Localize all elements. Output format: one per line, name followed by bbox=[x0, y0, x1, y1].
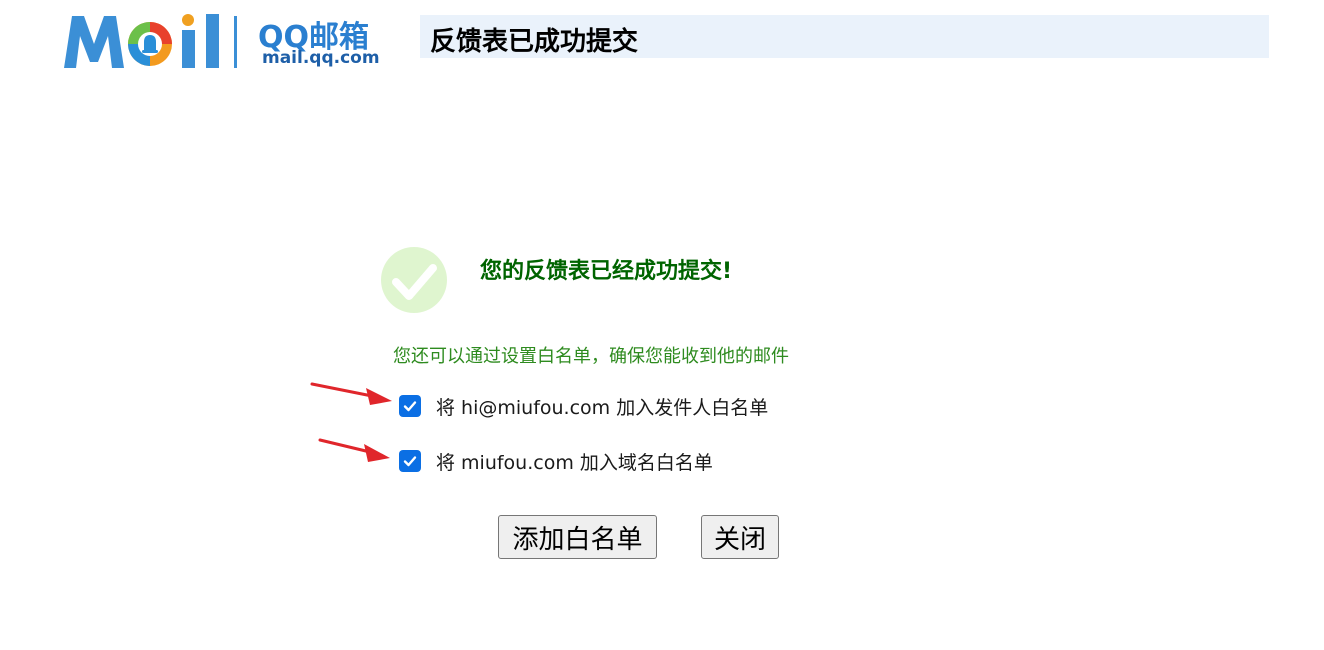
add-whitelist-button[interactable]: 添加白名单 bbox=[498, 515, 657, 559]
header-bar: 反馈表已成功提交 bbox=[420, 15, 1269, 58]
annotation-arrow-icon bbox=[310, 382, 392, 405]
page-title: 反馈表已成功提交 bbox=[430, 27, 639, 57]
check-circle-icon bbox=[381, 247, 447, 313]
qq-mail-logo[interactable]: QQ邮箱 mail.qq.com bbox=[62, 8, 392, 74]
logo-domain-text: mail.qq.com bbox=[262, 48, 380, 68]
sender-whitelist-label: 将 hi@miufou.com 加入发件人白名单 bbox=[436, 396, 769, 419]
annotation-arrow-icon bbox=[318, 438, 390, 462]
domain-whitelist-label: 将 miufou.com 加入域名白名单 bbox=[436, 451, 713, 474]
checkmark-icon bbox=[403, 401, 417, 412]
sender-whitelist-option[interactable]: 将 hi@miufou.com 加入发件人白名单 bbox=[399, 393, 768, 419]
success-message: 您的反馈表已经成功提交! bbox=[480, 259, 733, 284]
domain-whitelist-checkbox[interactable] bbox=[399, 450, 421, 472]
sender-whitelist-checkbox[interactable] bbox=[399, 395, 421, 417]
domain-whitelist-option[interactable]: 将 miufou.com 加入域名白名单 bbox=[399, 448, 713, 474]
close-button[interactable]: 关闭 bbox=[701, 515, 779, 559]
mail-logo-mark bbox=[64, 14, 237, 68]
checkmark-icon bbox=[403, 456, 417, 467]
page: QQ邮箱 mail.qq.com 反馈表已成功提交 您的反馈表已经成功提交! 您… bbox=[0, 0, 1324, 650]
whitelist-hint: 您还可以通过设置白名单，确保您能收到他的邮件 bbox=[393, 346, 789, 367]
